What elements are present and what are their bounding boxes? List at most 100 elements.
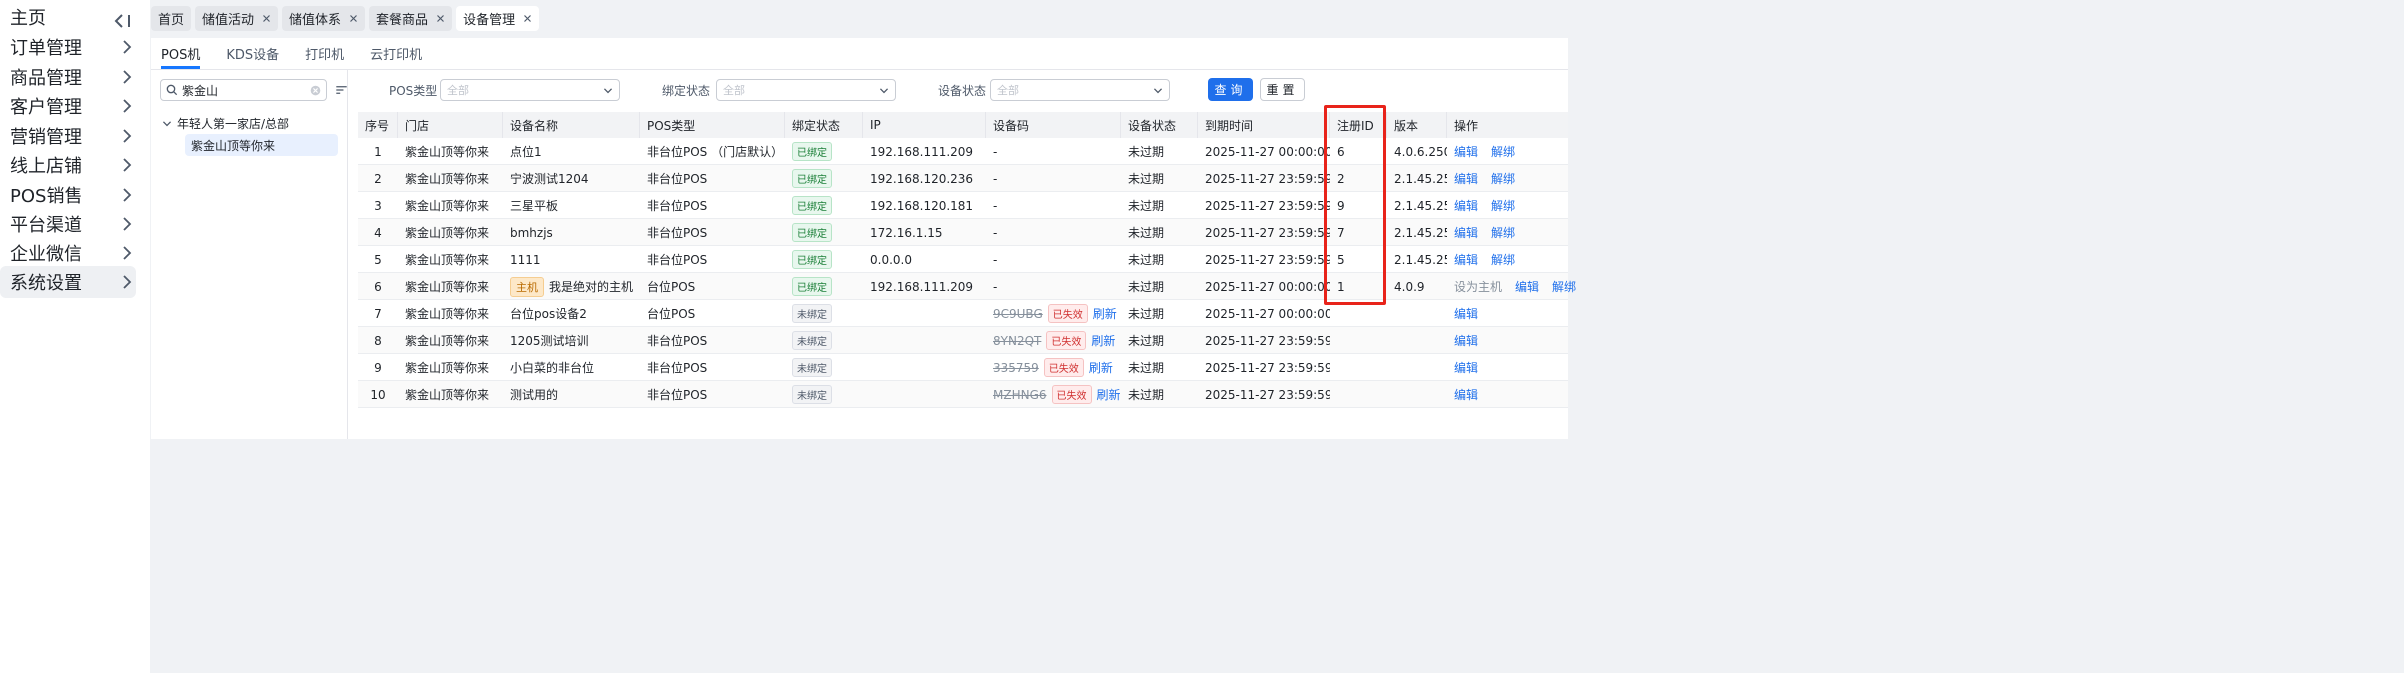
sidebar-item-label: 企业微信: [10, 244, 82, 265]
sidebar-item-3[interactable]: 客户管理: [0, 90, 136, 122]
cell-text: 1: [1337, 279, 1345, 294]
edit-link[interactable]: 编辑: [1454, 305, 1478, 322]
device-code: -: [993, 225, 998, 240]
cell-ip: [863, 354, 986, 381]
sidebar-item-2[interactable]: 商品管理: [0, 61, 136, 93]
cell-text: 未过期: [1128, 280, 1165, 294]
tree-leaf-store[interactable]: 紫金山顶等你来: [185, 134, 338, 156]
sidebar-item-label: 营销管理: [10, 127, 82, 148]
cell-store: 紫金山顶等你来: [398, 138, 503, 165]
tree-sort-icon[interactable]: [335, 84, 348, 96]
chevron-right-icon: [123, 246, 132, 260]
close-icon[interactable]: [262, 14, 271, 23]
edit-link[interactable]: 编辑: [1454, 197, 1478, 214]
cell-type: 非台位POS （门店默认）: [640, 138, 785, 165]
device-status-select[interactable]: 全部: [990, 79, 1170, 101]
sidebar-item-5[interactable]: 线上店铺: [0, 149, 136, 181]
clear-icon[interactable]: [310, 85, 321, 96]
reset-button[interactable]: 重置: [1260, 78, 1305, 101]
bind-status-select[interactable]: 全部: [716, 79, 896, 101]
subtab-2[interactable]: 打印机: [305, 38, 344, 69]
cell-expire: 2025-11-27 00:00:00: [1198, 300, 1330, 327]
cell-text: 5: [1337, 252, 1345, 267]
close-icon[interactable]: [523, 14, 532, 23]
subtab-1[interactable]: KDS设备: [226, 38, 279, 69]
cell-state: 未过期: [1121, 327, 1198, 354]
sidebar-item-7[interactable]: 平台渠道: [0, 208, 136, 240]
edit-link[interactable]: 编辑: [1454, 332, 1478, 349]
edit-link[interactable]: 编辑: [1454, 386, 1478, 403]
unbind-link[interactable]: 解绑: [1491, 224, 1515, 241]
edit-link[interactable]: 编辑: [1454, 359, 1478, 376]
unbind-link[interactable]: 解绑: [1491, 170, 1515, 187]
device-code: -: [993, 198, 998, 213]
cell-text: 1: [374, 144, 382, 159]
table-row: 1 紫金山顶等你来 点位1 非台位POS （门店默认） 已绑定 192.168.111.2…: [358, 138, 1568, 165]
sidebar-item-0[interactable]: 主页: [0, 1, 136, 33]
device-code: -: [993, 279, 998, 294]
edit-link[interactable]: 编辑: [1454, 251, 1478, 268]
pos-type-select[interactable]: 全部: [440, 79, 620, 101]
column-header-no: 序号: [358, 112, 398, 138]
refresh-code-link[interactable]: 刷新: [1089, 359, 1113, 376]
tab-2[interactable]: 储值体系: [282, 6, 366, 31]
cell-ops: 编辑 解绑: [1447, 246, 1568, 273]
tab-label: 储值活动: [202, 13, 255, 28]
sidebar-item-label: 系统设置: [10, 273, 82, 294]
close-icon[interactable]: [349, 14, 358, 23]
table-row: 5 紫金山顶等你来 1111 非台位POS 已绑定 0.0.0.0 - 未过期 2025-11-…: [358, 246, 1568, 273]
subtab-0[interactable]: POS机: [161, 38, 201, 69]
sidebar-item-1[interactable]: 订单管理: [0, 31, 136, 63]
sidebar-item-6[interactable]: POS销售: [0, 179, 136, 211]
sidebar-item-4[interactable]: 营销管理: [0, 120, 136, 152]
cell-store: 紫金山顶等你来: [398, 354, 503, 381]
cell-text: 2: [1337, 171, 1345, 186]
cell-name: 测试用的: [503, 381, 640, 408]
cell-ip: [863, 381, 986, 408]
tab-3[interactable]: 套餐商品: [369, 6, 453, 31]
close-icon[interactable]: [436, 14, 445, 23]
cell-text: 非台位POS （门店默认）: [647, 145, 784, 159]
cell-text: 非台位POS: [647, 172, 708, 186]
cell-state: 未过期: [1121, 165, 1198, 192]
cell-text: 紫金山顶等你来: [405, 307, 490, 321]
cell-text: 2.1.45.250: [1394, 225, 1447, 240]
edit-link[interactable]: 编辑: [1454, 224, 1478, 241]
cell-text: 4.0.6.2505: [1394, 144, 1447, 159]
unbind-link[interactable]: 解绑: [1491, 251, 1515, 268]
edit-link[interactable]: 编辑: [1454, 170, 1478, 187]
sidebar-item-label: 订单管理: [10, 38, 82, 59]
refresh-code-link[interactable]: 刷新: [1097, 386, 1121, 403]
tab-label: 设备管理: [463, 13, 516, 28]
unbind-link[interactable]: 解绑: [1552, 278, 1576, 295]
cell-state: 未过期: [1121, 192, 1198, 219]
tab-4[interactable]: 设备管理: [456, 6, 540, 31]
tab-0[interactable]: 首页: [151, 6, 192, 31]
sidebar-item-9[interactable]: 系统设置: [0, 266, 136, 298]
store-search[interactable]: [160, 79, 327, 101]
unbind-link[interactable]: 解绑: [1491, 143, 1515, 160]
unbind-link[interactable]: 解绑: [1491, 197, 1515, 214]
cell-ver: 2.1.45.250: [1387, 192, 1447, 219]
cell-ver: 2.1.45.250: [1387, 219, 1447, 246]
cell-text: 192.168.120.181: [870, 198, 974, 213]
edit-link[interactable]: 编辑: [1515, 278, 1539, 295]
edit-link[interactable]: 编辑: [1454, 143, 1478, 160]
table-row: 6 紫金山顶等你来 主机 我是绝对的主机 台位POS 已绑定 192.168.111.209…: [358, 273, 1576, 300]
cell-no: 2: [358, 165, 398, 192]
host-badge: 主机: [510, 276, 544, 297]
chevron-down-icon[interactable]: [162, 119, 172, 129]
store-search-input[interactable]: [182, 81, 302, 99]
cell-expire: 2025-11-27 23:59:59: [1198, 192, 1330, 219]
cell-reg: 6: [1330, 138, 1387, 165]
bind-status-badge: 未绑定: [792, 385, 832, 404]
device-name: 小白菜的非台位: [510, 361, 595, 375]
query-button[interactable]: 查询: [1208, 78, 1253, 101]
cell-ip: 192.168.120.236: [863, 165, 986, 192]
refresh-code-link[interactable]: 刷新: [1093, 305, 1117, 322]
sidebar-item-8[interactable]: 企业微信: [0, 237, 136, 269]
tab-1[interactable]: 储值活动: [195, 6, 279, 31]
subtab-3[interactable]: 云打印机: [370, 38, 422, 69]
tree-root-node[interactable]: 年轻人第一家店/总部: [162, 115, 289, 132]
refresh-code-link[interactable]: 刷新: [1091, 332, 1115, 349]
